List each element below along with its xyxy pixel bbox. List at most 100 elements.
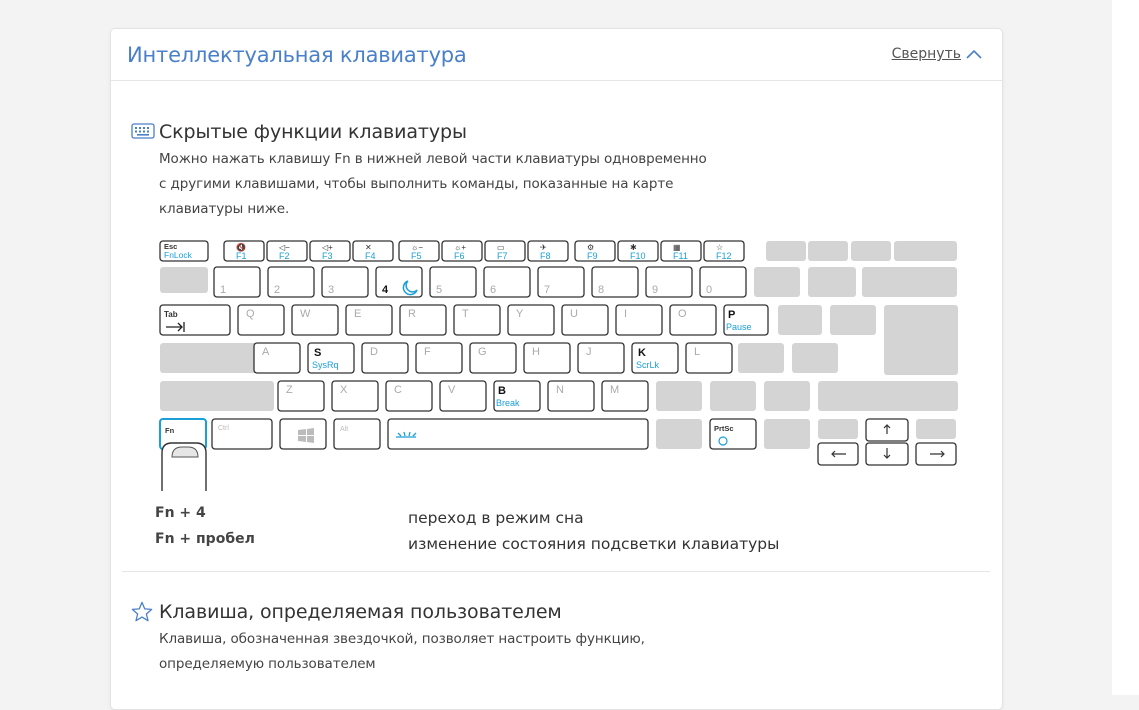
key-S: SSysRq bbox=[307, 342, 355, 374]
key-4: 4 bbox=[375, 266, 423, 298]
key-O: O bbox=[669, 304, 717, 336]
key-7: 7 bbox=[537, 266, 585, 298]
key-arrow-down bbox=[865, 442, 909, 466]
svg-text:M: M bbox=[610, 384, 619, 396]
key-quote bbox=[792, 343, 838, 373]
svg-text:4: 4 bbox=[382, 284, 389, 296]
key-esc: EscFnLock bbox=[159, 240, 209, 262]
card-title: Интеллектуальная клавиатура bbox=[127, 43, 467, 67]
user-key-title: Клавиша, определяемая пользователем bbox=[159, 601, 562, 623]
svg-text:F3: F3 bbox=[322, 251, 333, 261]
key-N: N bbox=[547, 380, 595, 412]
smart-keyboard-card: Интеллектуальная клавиатура Свернуть Скр… bbox=[110, 28, 1003, 710]
key-f11: ▦F11 bbox=[660, 240, 702, 262]
combo-desc-1: переход в режим сна bbox=[408, 509, 584, 527]
key-K: KScrLk bbox=[631, 342, 679, 374]
svg-text:0: 0 bbox=[706, 284, 712, 296]
key-f5: ☼−F5 bbox=[398, 240, 440, 262]
page-right-strip bbox=[1112, 0, 1139, 695]
svg-text:T: T bbox=[462, 308, 469, 320]
key-8: 8 bbox=[591, 266, 639, 298]
key-3: 3 bbox=[321, 266, 369, 298]
key-f8: ✈F8 bbox=[527, 240, 569, 262]
key-gray-fn-2 bbox=[851, 241, 891, 261]
svg-text:J: J bbox=[586, 346, 592, 358]
svg-text:W: W bbox=[300, 308, 311, 320]
key-Q: Q bbox=[237, 304, 285, 336]
key-lshift bbox=[160, 381, 274, 411]
chevron-up-icon bbox=[966, 49, 982, 59]
key-9: 9 bbox=[645, 266, 693, 298]
svg-text:F: F bbox=[424, 346, 431, 358]
key-period bbox=[710, 381, 756, 411]
svg-text:F6: F6 bbox=[454, 251, 465, 261]
svg-text:Pause: Pause bbox=[726, 322, 752, 332]
svg-text:F10: F10 bbox=[630, 251, 646, 261]
key-gray-fn-3 bbox=[894, 241, 957, 261]
svg-text:5: 5 bbox=[436, 284, 442, 296]
key-gray-fn-1 bbox=[808, 241, 848, 261]
svg-text:F12: F12 bbox=[716, 251, 732, 261]
svg-text:9: 9 bbox=[652, 284, 658, 296]
key-C: C bbox=[385, 380, 433, 412]
key-enter bbox=[884, 305, 958, 375]
star-icon bbox=[131, 601, 153, 622]
key-f3: ◁+F3 bbox=[309, 240, 351, 262]
key-space bbox=[387, 418, 649, 450]
key-V: V bbox=[439, 380, 487, 412]
key-minus bbox=[754, 267, 800, 297]
key-backspace bbox=[862, 267, 957, 297]
section-divider bbox=[122, 571, 990, 572]
svg-text:L: L bbox=[694, 346, 700, 358]
svg-text:2: 2 bbox=[274, 284, 280, 296]
svg-text:ScrLk: ScrLk bbox=[636, 360, 660, 370]
key-backtick bbox=[160, 267, 208, 293]
key-2: 2 bbox=[267, 266, 315, 298]
svg-text:F11: F11 bbox=[673, 251, 688, 261]
svg-text:F7: F7 bbox=[497, 251, 508, 261]
key-B: BBreak bbox=[493, 380, 541, 412]
svg-text:6: 6 bbox=[490, 284, 496, 296]
hidden-functions-desc: Можно нажать клавишу Fn в нижней левой ч… bbox=[159, 151, 707, 217]
key-E: E bbox=[345, 304, 393, 336]
svg-text:F9: F9 bbox=[587, 251, 598, 261]
svg-text:Ctrl: Ctrl bbox=[218, 425, 229, 432]
key-gray-arrow-l-top bbox=[818, 419, 858, 439]
svg-text:3: 3 bbox=[328, 284, 334, 296]
combo-key-2: Fn + пробел bbox=[155, 531, 255, 547]
svg-text:FnLock: FnLock bbox=[164, 250, 193, 260]
key-arrow-right bbox=[915, 442, 957, 466]
key-ctrl: Ctrl bbox=[211, 418, 273, 450]
key-semicolon bbox=[738, 343, 784, 373]
svg-text:F5: F5 bbox=[411, 251, 422, 261]
svg-text:SysRq: SysRq bbox=[312, 360, 339, 370]
svg-text:S: S bbox=[314, 347, 321, 359]
collapse-button[interactable]: Свернуть bbox=[892, 46, 982, 62]
key-f10: ✱F10 bbox=[617, 240, 659, 262]
svg-text:Break: Break bbox=[496, 398, 520, 408]
key-f4: ✕F4 bbox=[352, 240, 394, 262]
key-0: 0 bbox=[699, 266, 747, 298]
key-H: H bbox=[523, 342, 571, 374]
svg-text:H: H bbox=[532, 346, 540, 358]
svg-text:I: I bbox=[624, 308, 627, 320]
svg-text:Tab: Tab bbox=[164, 310, 178, 319]
svg-text:F8: F8 bbox=[540, 251, 551, 261]
user-key-desc: Клавиша, обозначенная звездочкой, позвол… bbox=[159, 631, 645, 672]
key-I: I bbox=[615, 304, 663, 336]
key-ralt bbox=[656, 419, 702, 449]
svg-text:O: O bbox=[678, 308, 687, 320]
svg-text:F2: F2 bbox=[279, 251, 290, 261]
key-Y: Y bbox=[507, 304, 555, 336]
key-f1: 🔇F1 bbox=[223, 240, 265, 262]
key-f6: ☼+F6 bbox=[441, 240, 483, 262]
svg-text:Q: Q bbox=[246, 308, 255, 320]
combo-desc-2: изменение состояния подсветки клавиатуры bbox=[408, 535, 780, 553]
svg-text:R: R bbox=[408, 308, 416, 320]
svg-text:8: 8 bbox=[598, 284, 604, 296]
svg-text:A: A bbox=[262, 346, 270, 358]
svg-text:N: N bbox=[556, 384, 564, 396]
keyboard-icon bbox=[131, 123, 155, 139]
svg-text:E: E bbox=[354, 308, 361, 320]
key-win bbox=[279, 418, 327, 450]
